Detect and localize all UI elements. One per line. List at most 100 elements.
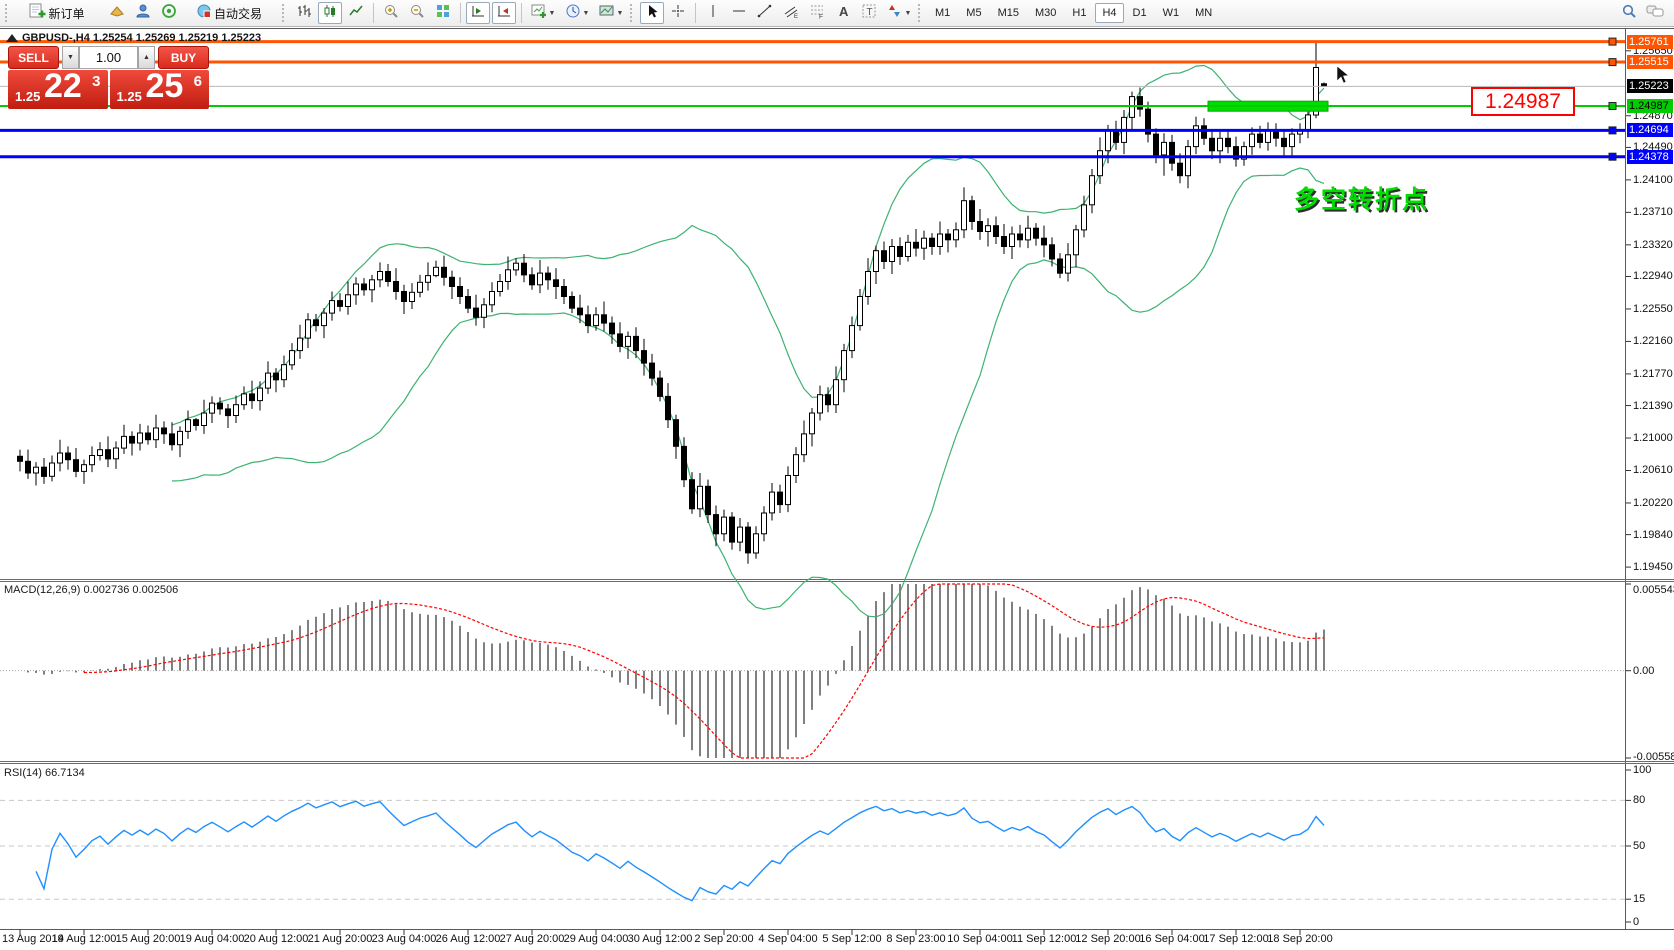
timeframe-group: M1M5M15M30H1H4D1W1MN (927, 3, 1220, 23)
new-chart-dropdown[interactable]: ▼ (527, 2, 559, 24)
chart-text-annotation[interactable]: 多空转折点 (1294, 180, 1429, 216)
zoom-out-button[interactable] (405, 2, 429, 24)
cursor-tool-button[interactable] (640, 2, 664, 24)
period-dropdown[interactable]: ▼ (561, 2, 593, 24)
toolbar-grip[interactable] (918, 4, 923, 22)
timeframe-button-D1[interactable]: D1 (1126, 3, 1154, 23)
template-dropdown[interactable]: ▼ (595, 2, 627, 24)
time-axis-label: 16 Sep 04:00 (1139, 933, 1204, 945)
toolbar-grip[interactable] (630, 4, 635, 22)
time-axis-label: 11 Sep 12:00 (1012, 933, 1077, 945)
price-badge: 1.24694 (1627, 123, 1673, 137)
panel-separator[interactable] (0, 761, 1626, 766)
search-icon (1621, 3, 1637, 24)
buy-button[interactable]: BUY (158, 46, 209, 69)
time-axis-label: 12 Sep 20:00 (1075, 933, 1140, 945)
timeframe-button-H1[interactable]: H1 (1065, 3, 1093, 23)
template-icon (599, 3, 615, 24)
toolbar-grip[interactable] (282, 4, 287, 22)
timeframe-button-M30[interactable]: M30 (1028, 3, 1063, 23)
time-axis-label: 2 Sep 20:00 (694, 933, 753, 945)
chevron-down-icon: ▼ (905, 10, 912, 17)
arrows-icon (887, 3, 903, 24)
cursor-icon (644, 3, 660, 24)
line-chart-button[interactable] (344, 2, 368, 24)
price-tick-label: 1.21770 (1633, 368, 1673, 380)
crosshair-icon (670, 3, 686, 24)
ask-quote-button[interactable]: 1.25 25 6 (110, 70, 210, 109)
time-axis-label: 4 Sep 04:00 (758, 933, 817, 945)
signals-button[interactable] (157, 2, 181, 24)
time-axis-label: 15 Aug 20:00 (116, 933, 181, 945)
one-click-collapse-button[interactable] (6, 34, 18, 42)
search-button[interactable] (1617, 2, 1641, 24)
price-tick-label: 1.21390 (1633, 400, 1673, 412)
shapes-dropdown[interactable]: ▼ (883, 2, 915, 24)
price-tick-label: 1.22160 (1633, 335, 1673, 347)
auto-scroll-button[interactable] (492, 2, 516, 24)
price-tick-label: 1.20220 (1633, 497, 1673, 509)
price-tick-label: 1.20610 (1633, 464, 1673, 476)
tile-windows-icon (435, 3, 451, 24)
volume-increase-button[interactable]: ▲ (138, 46, 155, 69)
mouse-cursor-icon (1337, 66, 1349, 83)
chevron-down-icon: ▼ (549, 10, 556, 17)
timeframe-button-W1[interactable]: W1 (1156, 3, 1187, 23)
svg-text:A: A (839, 4, 849, 19)
timeframe-button-H4[interactable]: H4 (1095, 3, 1123, 23)
channel-icon: E (783, 3, 799, 24)
text-tool[interactable]: A (831, 2, 855, 24)
price-badge: 1.24378 (1627, 150, 1673, 164)
volume-decrease-button[interactable]: ▼ (62, 46, 79, 69)
sell-button[interactable]: SELL (8, 46, 59, 69)
rsi-indicator-label: RSI(14) 66.7134 (4, 767, 85, 779)
vertical-line-tool[interactable] (701, 2, 725, 24)
timeframe-button-MN[interactable]: MN (1188, 3, 1219, 23)
toolbar-grip[interactable] (5, 4, 10, 22)
community-button[interactable] (131, 2, 155, 24)
autotrading-label: 自动交易 (214, 5, 262, 22)
price-callout-box[interactable]: 1.24987 (1471, 87, 1575, 116)
price-tick-label: 1.19450 (1633, 561, 1673, 573)
horizontal-line-tool[interactable] (727, 2, 751, 24)
new-order-button[interactable]: 新订单 (15, 2, 103, 24)
timeframe-button-M15[interactable]: M15 (991, 3, 1026, 23)
price-tick-label: 1.24100 (1633, 174, 1673, 186)
chart-canvas[interactable] (0, 0, 1674, 950)
chart-shift-button[interactable] (466, 2, 490, 24)
crosshair-tool-button[interactable] (666, 2, 690, 24)
chat-button[interactable] (1643, 2, 1667, 24)
profiles-button[interactable] (105, 2, 129, 24)
time-axis-label: 29 Aug 04:00 (564, 933, 629, 945)
svg-text:E: E (794, 14, 798, 19)
chat-icon (1646, 3, 1664, 24)
auto-scroll-icon (496, 3, 512, 24)
time-axis-label: 26 Aug 12:00 (436, 933, 501, 945)
price-tick-label: 1.23710 (1633, 206, 1673, 218)
zoom-in-button[interactable] (379, 2, 403, 24)
ask-price-prefix: 1.25 (117, 89, 142, 104)
panel-separator[interactable] (0, 578, 1626, 583)
profile-icon (109, 3, 125, 24)
chart-shift-icon (470, 3, 486, 24)
autotrading-button[interactable]: 自动交易 (183, 2, 279, 24)
volume-input[interactable] (79, 46, 138, 69)
time-axis-label: 5 Sep 12:00 (822, 933, 881, 945)
timeframe-button-M1[interactable]: M1 (928, 3, 957, 23)
chevron-down-icon: ▼ (617, 10, 624, 17)
rsi-axis-label: 100 (1633, 764, 1651, 776)
tile-windows-button[interactable] (431, 2, 455, 24)
label-tool[interactable]: T (857, 2, 881, 24)
channel-tool[interactable]: E (779, 2, 803, 24)
bid-quote-button[interactable]: 1.25 22 3 (8, 70, 108, 109)
time-axis-label: 14 Aug 12:00 (52, 933, 117, 945)
price-tick-label: 1.19840 (1633, 529, 1673, 541)
timeframe-button-M5[interactable]: M5 (959, 3, 988, 23)
fibonacci-tool[interactable]: F (805, 2, 829, 24)
time-axis-label: 10 Sep 04:00 (947, 933, 1012, 945)
autotrading-icon (196, 3, 212, 24)
line-chart-icon (348, 3, 364, 24)
trendline-tool[interactable] (753, 2, 777, 24)
bar-chart-button[interactable] (292, 2, 316, 24)
candlestick-chart-button[interactable] (318, 2, 342, 24)
